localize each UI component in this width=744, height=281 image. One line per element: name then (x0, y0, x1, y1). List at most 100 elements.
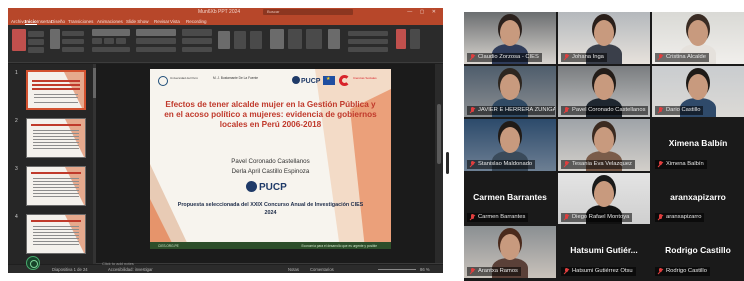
participant-name-label: Rodrigo Castillo (655, 266, 710, 276)
ribbon-command-21[interactable] (250, 31, 262, 49)
ppt-search-box[interactable]: Buscar (263, 9, 353, 15)
participant-tile[interactable]: Claudio Zorzosa - CIES (464, 12, 556, 64)
ribbon-command-30[interactable] (410, 29, 420, 49)
panel-divider[interactable] (443, 0, 464, 281)
cooperation-logo-icon (339, 75, 350, 86)
participant-name-label: Dario Castillo (655, 106, 704, 115)
participant-tile[interactable]: Johana Inga (558, 12, 650, 64)
ribbon-command-19[interactable] (218, 31, 230, 49)
participant-tile[interactable]: Rodrigo Castillo Rodrigo Castillo (652, 226, 744, 278)
ribbon-tab-5[interactable]: Animaciones (97, 19, 123, 24)
participant-tile[interactable]: Tesania Eva Velazquez (558, 119, 650, 171)
participant-tile[interactable]: aranxapizarro aranxapizarro (652, 172, 744, 224)
participant-tile[interactable]: Arantxa Ramos (464, 226, 556, 278)
participant-name-text: Dario Castillo (666, 107, 701, 113)
ribbon-command-20[interactable] (234, 31, 246, 49)
slide-thumbnail[interactable] (26, 166, 86, 206)
slide-footer-left: CIES.ORG.PE (158, 243, 179, 248)
participant-tile[interactable]: Cristina Alcalde (652, 12, 744, 64)
ribbon-command-15[interactable] (136, 47, 176, 52)
slide-footer-right: Economía para el desarrollo que es urgen… (301, 243, 377, 248)
ribbon-command-4[interactable] (50, 29, 60, 49)
ribbon-command-13[interactable] (136, 29, 176, 36)
divider-grip[interactable] (446, 152, 449, 174)
slide-thumbnail[interactable] (26, 214, 86, 254)
slide-thumb-number: 1 (15, 70, 18, 76)
participant-tile[interactable]: Diego Rafael Montoya (558, 172, 650, 224)
cooperation-logo-text: Ciencias Sociales (353, 76, 377, 80)
status-comments-button[interactable]: Comentarios (310, 267, 334, 272)
ribbon-command-17[interactable] (182, 38, 212, 44)
ribbon-command-7[interactable] (62, 47, 84, 52)
ribbon-command-3[interactable] (28, 47, 44, 53)
zoom-slider[interactable] (378, 268, 416, 270)
participant-name-label: Ximena Balbín (655, 159, 707, 169)
ribbon-command-16[interactable] (182, 29, 212, 36)
ribbon-tab-3[interactable]: Diseño (51, 19, 65, 24)
muted-mic-icon (563, 160, 569, 168)
ribbon-command-27[interactable] (348, 39, 388, 44)
slide-thumbnail[interactable] (26, 70, 86, 110)
ribbon-tab-7[interactable]: Revisar (154, 19, 169, 24)
ribbon-command-29[interactable] (396, 29, 406, 49)
ribbon-tab-8[interactable]: Vista (170, 19, 180, 24)
status-accessibility[interactable]: Accesibilidad: investigar (108, 267, 153, 272)
ribbon-command-10[interactable] (104, 38, 114, 44)
ribbon-command-26[interactable] (348, 31, 388, 36)
ribbon-command-5[interactable] (62, 31, 84, 36)
ribbon-command-23[interactable] (288, 29, 302, 49)
ribbon-tab-6[interactable]: Slide Show (126, 19, 149, 24)
ribbon-command-24[interactable] (306, 29, 322, 49)
ribbon-tab-4[interactable]: Transiciones (68, 19, 93, 24)
thumb-text-line (33, 130, 79, 131)
participant-video-face (688, 20, 708, 46)
pucp-large-logo: PUCP (246, 181, 287, 193)
ribbon-tab-9[interactable]: Recording (186, 19, 207, 24)
thumb-text-line (32, 80, 80, 82)
ribbon-command-14[interactable] (136, 38, 176, 44)
ribbon-tab-2[interactable]: Insertar (37, 19, 52, 24)
muted-mic-icon (657, 53, 663, 61)
ribbon-command-28[interactable] (348, 47, 388, 52)
participant-name-text: Stanislao Maldonado (478, 160, 533, 167)
slide-logo-row: Universidad del Perú M. J. Bustamante De… (158, 74, 384, 88)
ribbon-tab-0[interactable]: Archivo (11, 19, 26, 24)
status-notes-button[interactable]: Notas (288, 267, 299, 272)
participant-tile[interactable]: JAVIER E HERRERA ZUNIGA (464, 65, 556, 117)
university-logo-text: Universidad del Perú (170, 76, 198, 80)
muted-mic-icon (563, 53, 569, 61)
slide-thumbnail[interactable] (26, 118, 86, 158)
ribbon-command-2[interactable] (28, 39, 44, 45)
ribbon-command-11[interactable] (116, 38, 126, 44)
thumb-text-line (33, 229, 79, 230)
ribbon-command-18[interactable] (182, 47, 212, 52)
ribbon-command-0[interactable] (12, 29, 26, 51)
ribbon-command-1[interactable] (28, 31, 44, 37)
participant-tile[interactable]: Stanislao Maldonado (464, 119, 556, 171)
presenter-avatar[interactable] (26, 256, 40, 270)
ribbon-command-6[interactable] (62, 39, 84, 44)
participant-tile[interactable]: Dario Castillo (652, 65, 744, 117)
participant-name-label: Cristina Alcalde (655, 52, 709, 62)
ribbon-command-22[interactable] (270, 29, 284, 49)
participant-tile[interactable]: Hatsumi Gutiér... Hatsumi Gutiérrez Otsu (558, 226, 650, 278)
ribbon-command-8[interactable] (92, 29, 130, 36)
participant-tile[interactable]: Carmen Barrantes Carmen Barrantes (464, 172, 556, 224)
status-zoom-level[interactable]: 86 % (420, 267, 430, 272)
participant-name-text: JAVIER E HERRERA ZUNIGA (478, 107, 555, 113)
slide-title: Efectos de tener alcalde mujer en la Ges… (164, 100, 377, 129)
participant-video-face (594, 127, 614, 153)
university-logo-icon (158, 76, 168, 86)
ribbon-command-25[interactable] (328, 29, 340, 49)
participant-tile[interactable]: Pavel Coronado Castellanos (558, 65, 650, 117)
pucp-logo-text: PUCP (301, 78, 321, 85)
participant-name-text: Ximena Balbín (666, 160, 704, 167)
ribbon-command-12[interactable] (92, 47, 130, 52)
thumb-text-line (33, 238, 79, 239)
ribbon-command-9[interactable] (92, 38, 102, 44)
window-controls[interactable]: — ▢ ✕ (407, 9, 439, 15)
muted-mic-icon (469, 107, 475, 114)
slide-scrollbar-knob[interactable] (437, 104, 441, 164)
slide-scrollbar[interactable] (435, 64, 443, 263)
participant-tile[interactable]: Ximena Balbín Ximena Balbín (652, 119, 744, 171)
